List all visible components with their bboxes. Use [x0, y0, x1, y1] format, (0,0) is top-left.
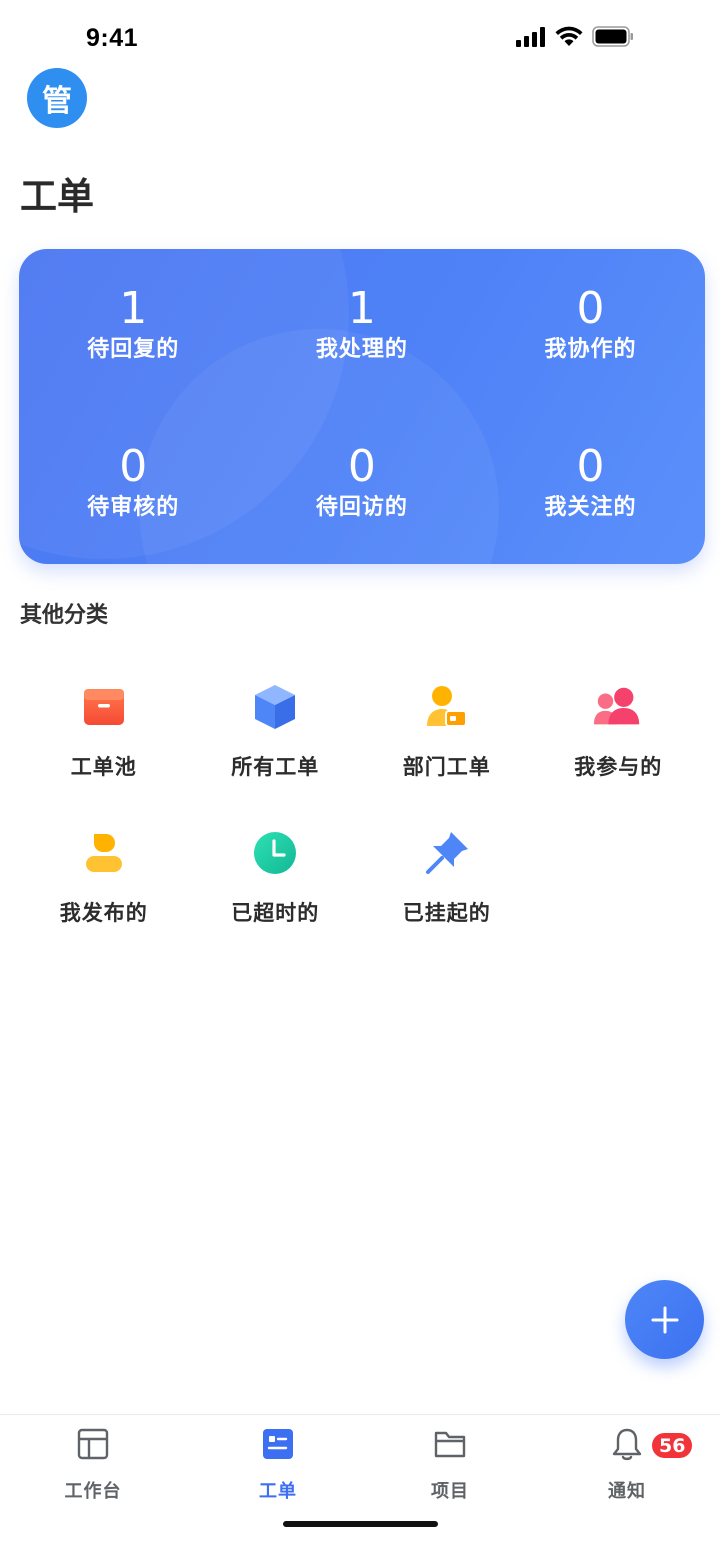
category-timed-out[interactable]: 已超时的	[190, 821, 362, 967]
stat-pending-reply[interactable]: 1 待回复的	[19, 249, 248, 407]
tab-label: 项目	[431, 1481, 469, 1502]
notification-badge: 56	[650, 1431, 695, 1460]
category-department-tickets[interactable]: 部门工单	[361, 675, 533, 821]
tab-label: 工作台	[64, 1481, 122, 1502]
wifi-icon	[555, 26, 583, 46]
category-published[interactable]: 我发布的	[18, 821, 190, 967]
category-label: 部门工单	[402, 755, 491, 779]
stat-value: 0	[576, 441, 605, 492]
category-ticket-pool[interactable]: 工单池	[18, 675, 190, 821]
plus-icon	[651, 1306, 678, 1333]
pin-icon	[425, 832, 468, 874]
avatar-text: 管	[42, 84, 72, 119]
stat-my-following[interactable]: 0 我关注的	[476, 407, 705, 564]
home-indicator	[283, 1521, 438, 1527]
dashboard-icon	[77, 1428, 109, 1460]
stats-card: 1 待回复的 1 我处理的 0 我协作的 0 待审核的 0 待回访的 0 我关注…	[19, 249, 705, 564]
bell-icon	[612, 1428, 642, 1461]
stat-value: 0	[119, 441, 148, 492]
tab-label: 通知	[608, 1481, 646, 1502]
stat-label: 我关注的	[544, 495, 637, 520]
status-bar: 9:41	[0, 0, 720, 66]
tab-tickets[interactable]: 工单	[223, 1427, 333, 1503]
tab-projects[interactable]: 项目	[395, 1427, 505, 1503]
status-icons	[516, 26, 634, 47]
battery-icon	[592, 26, 633, 47]
person-icon	[85, 834, 122, 872]
stat-label: 我处理的	[315, 337, 408, 362]
folder-icon	[434, 1431, 466, 1458]
category-label: 我发布的	[59, 901, 148, 925]
stat-pending-review[interactable]: 0 待审核的	[19, 407, 248, 564]
section-title: 其他分类	[20, 603, 109, 628]
tab-bar: 工作台 工单 项目 56 通知	[0, 1414, 720, 1558]
stat-my-collaboration[interactable]: 0 我协作的	[476, 249, 705, 407]
avatar[interactable]: 管	[27, 68, 87, 128]
category-suspended[interactable]: 已挂起的	[361, 821, 533, 967]
group-icon	[594, 687, 640, 725]
stat-label: 待回访的	[315, 495, 408, 520]
box-icon	[83, 689, 124, 725]
cellular-signal-icon	[516, 27, 545, 47]
category-grid: 工单池 所有工单 部门工单 我参与的 我发布的 已超时的 已挂起的	[18, 675, 704, 967]
stat-value: 0	[347, 441, 376, 492]
add-ticket-button[interactable]	[625, 1280, 704, 1359]
tab-workbench[interactable]: 工作台	[38, 1427, 148, 1503]
ticket-icon	[263, 1429, 293, 1459]
stat-label: 我协作的	[544, 337, 637, 362]
category-label: 工单池	[70, 755, 137, 779]
stat-label: 待回复的	[87, 337, 180, 362]
stat-value: 1	[119, 283, 148, 334]
category-participated[interactable]: 我参与的	[533, 675, 705, 821]
category-label: 我参与的	[574, 755, 663, 779]
user-card-icon	[426, 686, 467, 727]
stat-value: 1	[347, 283, 376, 334]
category-all-tickets[interactable]: 所有工单	[190, 675, 362, 821]
stat-value: 0	[576, 283, 605, 334]
cube-icon	[255, 685, 296, 729]
category-label: 已超时的	[231, 901, 320, 925]
category-label: 所有工单	[231, 755, 320, 779]
status-time: 9:41	[86, 24, 139, 52]
stat-my-handling[interactable]: 1 我处理的	[248, 249, 477, 407]
stat-label: 待审核的	[87, 495, 180, 520]
clock-icon	[254, 832, 297, 874]
tab-notifications[interactable]: 56 通知	[572, 1427, 695, 1503]
page-title: 工单	[20, 175, 94, 218]
stat-pending-revisit[interactable]: 0 待回访的	[248, 407, 477, 564]
category-label: 已挂起的	[402, 901, 491, 925]
tab-label: 工单	[259, 1481, 297, 1502]
